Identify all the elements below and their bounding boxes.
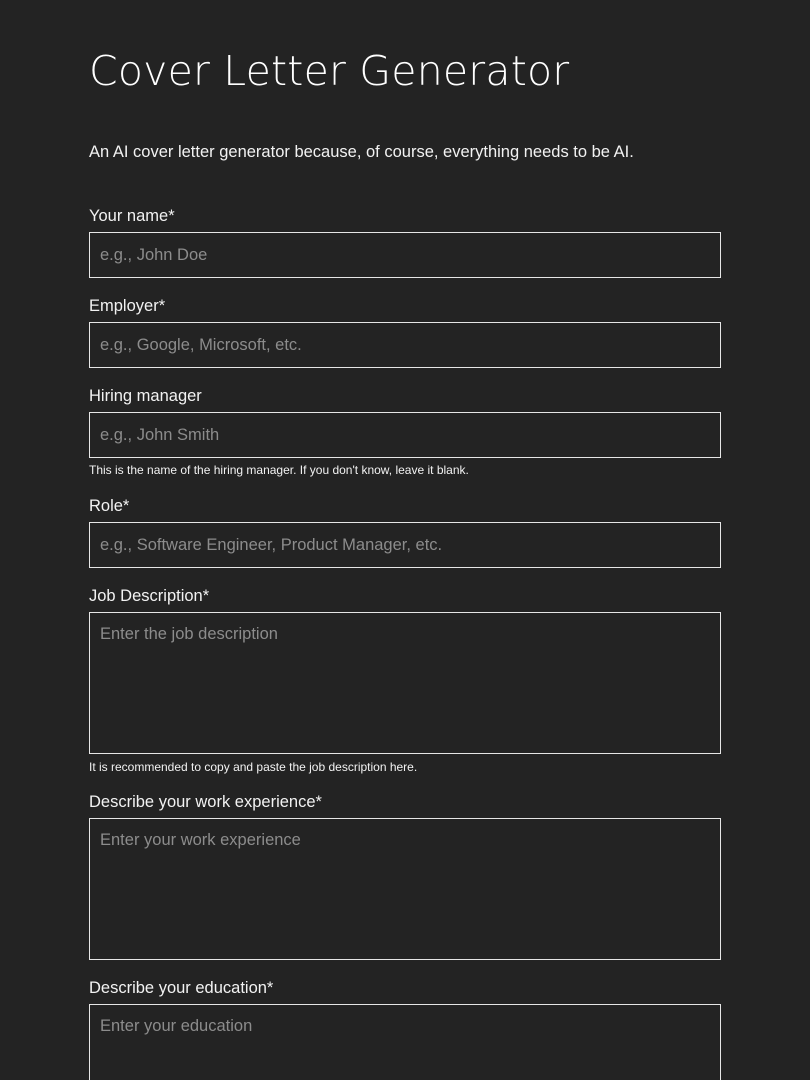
role-label: Role* [89,497,130,515]
job-description-hint: It is recommended to copy and paste the … [89,760,418,774]
hiring-manager-hint: This is the name of the hiring manager. … [89,463,469,477]
education-label: Describe your education* [89,979,274,997]
name-label: Your name* [89,207,175,225]
job-description-label: Job Description* [89,587,210,605]
education-textarea[interactable] [89,1004,721,1080]
work-experience-textarea[interactable] [89,818,721,960]
role-input[interactable] [89,522,721,568]
cover-letter-page: Cover Letter Generator An AI cover lette… [0,0,810,1080]
job-description-textarea[interactable] [89,612,721,754]
page-title: Cover Letter Generator [89,47,570,95]
hiring-manager-input[interactable] [89,412,721,458]
work-experience-label: Describe your work experience* [89,793,322,811]
employer-input[interactable] [89,322,721,368]
hiring-manager-label: Hiring manager [89,387,202,405]
name-input[interactable] [89,232,721,278]
employer-label: Employer* [89,297,166,315]
page-subtitle: An AI cover letter generator because, of… [89,143,634,161]
